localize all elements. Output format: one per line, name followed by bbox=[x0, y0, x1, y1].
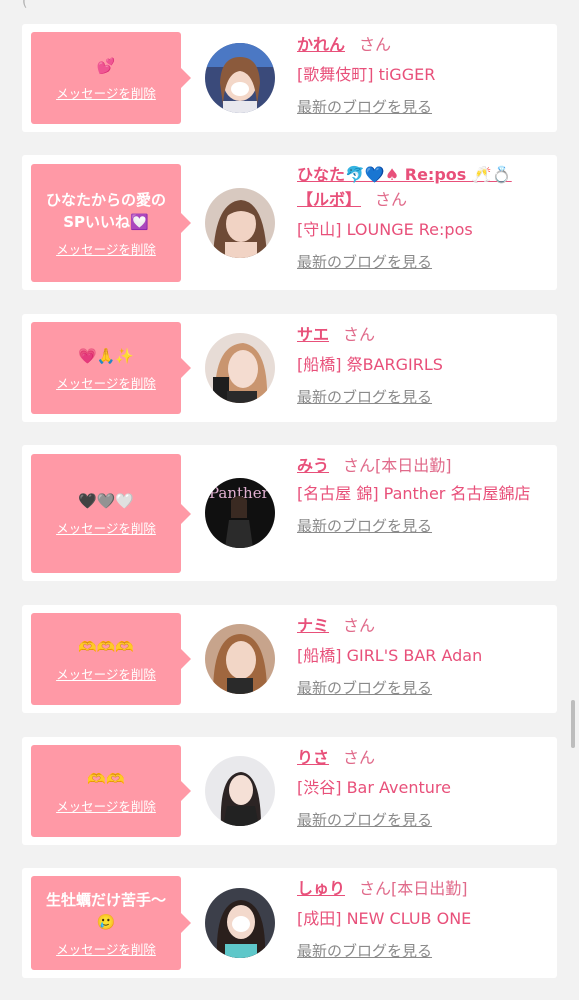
message-text: 生牡蠣だけ苦手〜🥲 bbox=[45, 890, 166, 931]
cast-name-link[interactable]: ナミ bbox=[297, 616, 329, 635]
cast-name-link[interactable]: かれん bbox=[297, 35, 345, 54]
delete-message-link[interactable]: メッセージを削除 bbox=[56, 83, 156, 102]
avatar[interactable]: Panther bbox=[205, 478, 275, 548]
avatar[interactable] bbox=[205, 43, 275, 113]
message-bubble: 💕 メッセージを削除 bbox=[31, 32, 181, 124]
shop-label: [名古屋 錦] Panther 名古屋錦店 bbox=[297, 484, 531, 503]
scrollbar[interactable] bbox=[571, 700, 575, 748]
shop-label: [歌舞伎町] tiGGER bbox=[297, 65, 436, 84]
woman-portrait-icon bbox=[205, 333, 275, 403]
message-bubble: 生牡蠣だけ苦手〜🥲 メッセージを削除 bbox=[31, 876, 181, 970]
delete-message-link[interactable]: メッセージを削除 bbox=[56, 796, 156, 815]
cast-name-link[interactable]: しゅり bbox=[297, 879, 345, 898]
message-card: 💗🙏✨ メッセージを削除 サエ さん [船橋] 祭BARGIRLS 最新のブログを… bbox=[22, 314, 557, 422]
woman-portrait-icon bbox=[205, 756, 275, 826]
woman-portrait-icon bbox=[205, 624, 275, 694]
message-bubble: 💗🙏✨ メッセージを削除 bbox=[31, 322, 181, 414]
latest-blog-link[interactable]: 最新のブログを見る bbox=[297, 677, 432, 698]
message-text: 💕 bbox=[96, 56, 116, 75]
honorific: さん bbox=[343, 748, 376, 767]
woman-portrait-icon: Panther bbox=[205, 478, 275, 548]
message-bubble: 🖤🩶🤍 メッセージを削除 bbox=[31, 454, 181, 573]
delete-message-link[interactable]: メッセージを削除 bbox=[56, 939, 156, 958]
honorific: さん bbox=[359, 35, 392, 54]
cast-name-link[interactable]: みう bbox=[297, 456, 329, 475]
cast-name-link[interactable]: サエ bbox=[297, 325, 329, 344]
latest-blog-link[interactable]: 最新のブログを見る bbox=[297, 386, 432, 407]
message-card: 生牡蠣だけ苦手〜🥲 メッセージを削除 しゅり さん[本日出勤] [成田] NEW … bbox=[22, 868, 557, 978]
message-text: 💗🙏✨ bbox=[77, 346, 135, 365]
latest-blog-link[interactable]: 最新のブログを見る bbox=[297, 251, 432, 272]
delete-message-link[interactable]: メッセージを削除 bbox=[56, 518, 156, 537]
avatar[interactable] bbox=[205, 333, 275, 403]
message-card: 🫶🫶🫶 メッセージを削除 ナミ さん [船橋] GIRL'S BAR Adan 最… bbox=[22, 605, 557, 713]
latest-blog-link[interactable]: 最新のブログを見る bbox=[297, 940, 432, 961]
delete-message-link[interactable]: メッセージを削除 bbox=[56, 373, 156, 392]
honorific: さん bbox=[359, 879, 392, 898]
latest-blog-link[interactable]: 最新のブログを見る bbox=[297, 96, 432, 117]
message-text: ひなたからの愛のSPいいね💟 bbox=[45, 190, 166, 231]
message-card: ひなたからの愛のSPいいね💟 メッセージを削除 ひなた🐬💙♠ Re:pos 🥂💍… bbox=[22, 155, 557, 290]
top-fragment: ( bbox=[22, 0, 28, 10]
message-text: 🫶🫶🫶 bbox=[77, 637, 135, 656]
woman-portrait-icon bbox=[205, 43, 275, 113]
cast-name-link[interactable]: りさ bbox=[297, 748, 329, 767]
message-bubble: 🫶🫶 メッセージを削除 bbox=[31, 745, 181, 837]
avatar[interactable] bbox=[205, 188, 275, 258]
attendance-status: [本日出勤] bbox=[375, 456, 452, 475]
shop-label: [守山] LOUNGE Re:pos bbox=[297, 220, 473, 239]
message-bubble: ひなたからの愛のSPいいね💟 メッセージを削除 bbox=[31, 164, 181, 282]
honorific: さん bbox=[343, 325, 376, 344]
honorific: さん bbox=[343, 456, 376, 475]
avatar[interactable] bbox=[205, 888, 275, 958]
shop-label: [船橋] GIRL'S BAR Adan bbox=[297, 646, 483, 665]
message-text: 🫶🫶 bbox=[87, 769, 125, 788]
honorific: さん bbox=[343, 616, 376, 635]
message-bubble: 🫶🫶🫶 メッセージを削除 bbox=[31, 613, 181, 705]
message-card: 🖤🩶🤍 メッセージを削除 Panther みう さん[本日出勤] [名古屋 錦] … bbox=[22, 445, 557, 581]
message-text: 🖤🩶🤍 bbox=[77, 492, 135, 510]
delete-message-link[interactable]: メッセージを削除 bbox=[56, 239, 156, 258]
avatar[interactable] bbox=[205, 756, 275, 826]
avatar[interactable] bbox=[205, 624, 275, 694]
message-card: 💕 メッセージを削除 かれん さん [歌舞伎町] tiGGER 最新のブログを見る bbox=[22, 24, 557, 132]
latest-blog-link[interactable]: 最新のブログを見る bbox=[297, 809, 432, 830]
honorific: さん bbox=[375, 190, 408, 209]
woman-portrait-icon bbox=[205, 888, 275, 958]
woman-portrait-icon bbox=[205, 188, 275, 258]
shop-label: [成田] NEW CLUB ONE bbox=[297, 909, 472, 928]
delete-message-link[interactable]: メッセージを削除 bbox=[56, 664, 156, 683]
shop-label: [船橋] 祭BARGIRLS bbox=[297, 355, 443, 374]
attendance-status: [本日出勤] bbox=[391, 879, 468, 898]
shop-label: [渋谷] Bar Aventure bbox=[297, 778, 451, 797]
message-card: 🫶🫶 メッセージを削除 りさ さん [渋谷] Bar Aventure 最新のブロ… bbox=[22, 737, 557, 845]
latest-blog-link[interactable]: 最新のブログを見る bbox=[297, 515, 432, 536]
